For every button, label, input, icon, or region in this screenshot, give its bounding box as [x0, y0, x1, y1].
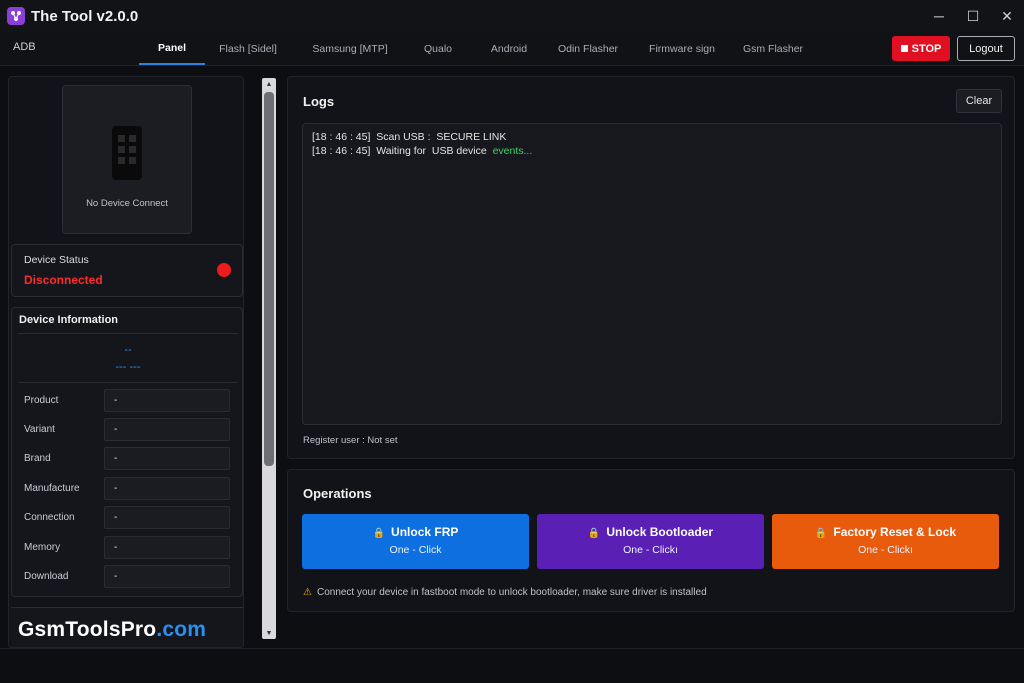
clear-logs-button[interactable]: Clear	[956, 89, 1002, 113]
tab-samsung-mtp[interactable]: Samsung [MTP]	[305, 32, 395, 65]
info-key: Brand	[24, 453, 51, 464]
info-key: Manufacture	[24, 483, 80, 494]
app-title: The Tool v2.0.0	[31, 7, 139, 25]
info-value: -	[104, 565, 230, 588]
info-row-download: Download -	[18, 564, 238, 590]
device-info-header: -- --- ---	[18, 333, 238, 383]
info-key: Memory	[24, 542, 61, 553]
log-time: [18 : 46 : 45]	[312, 131, 371, 143]
log-text: Waiting for USB device	[376, 145, 487, 157]
info-value: -	[104, 536, 230, 559]
log-time: [18 : 46 : 45]	[312, 145, 371, 157]
operations-panel: Operations 🔒 Unlock FRP One - Click 🔒 Unlo…	[287, 469, 1015, 612]
close-button[interactable]: ✕	[990, 0, 1024, 32]
device-info-title: Device Information	[19, 314, 119, 326]
stop-icon	[900, 45, 908, 52]
factory-reset-lock-label: Factory Reset & Lock	[833, 525, 957, 539]
log-line: [18 : 46 : 45] Waiting for USB device ev…	[312, 145, 532, 157]
lock-icon: 🔒	[372, 528, 386, 539]
info-row-memory: Memory -	[18, 535, 238, 561]
logs-title: Logs	[303, 94, 335, 109]
scroll-thumb[interactable]	[264, 92, 274, 466]
tab-gsm-flasher[interactable]: Gsm Flasher	[738, 32, 808, 65]
device-serial-placeholder: --- ---	[115, 361, 141, 373]
operations-note-text: Connect your device in fastboot mode to …	[316, 587, 707, 598]
tab-panel[interactable]: Panel	[139, 32, 205, 65]
warning-icon: ⚠	[303, 587, 312, 598]
info-value: -	[104, 389, 230, 412]
device-status-value: Disconnected	[24, 273, 103, 287]
info-row-connection: Connection -	[18, 505, 238, 531]
tab-qualo[interactable]: Qualo	[415, 32, 461, 65]
unlock-frp-label: Unlock FRP	[391, 525, 459, 539]
maximize-button[interactable]: ☐	[956, 0, 990, 32]
brand-domain: .com	[156, 618, 207, 641]
unlock-bootloader-button[interactable]: 🔒 Unlock Bootloader One - Clickı	[537, 514, 764, 569]
nav-adb-label[interactable]: ADB	[13, 41, 36, 53]
logs-output[interactable]: [18 : 46 : 45] Scan USB : SECURE LINK [1…	[302, 123, 1002, 425]
device-status-label: Device Status	[24, 254, 89, 266]
info-key: Connection	[24, 512, 75, 523]
lock-icon: 🔒	[587, 528, 601, 539]
log-highlight: events...	[492, 145, 533, 157]
tab-flash-sidel[interactable]: Flash [Sidel]	[212, 32, 284, 65]
app-logo-icon	[7, 7, 25, 25]
scroll-down-icon[interactable]: ▼	[262, 627, 276, 639]
brand-card: GsmToolsPro.com	[11, 607, 243, 647]
scroll-up-icon[interactable]: ▲	[262, 78, 276, 90]
minimize-button[interactable]: ─	[922, 0, 956, 32]
unlock-bootloader-sub: One - Clickı	[623, 544, 678, 556]
info-value: -	[104, 477, 230, 500]
stop-button[interactable]: STOP	[892, 36, 950, 61]
tab-odin-flasher[interactable]: Odin Flasher	[553, 32, 623, 65]
info-key: Download	[24, 571, 69, 582]
stop-label: STOP	[911, 42, 942, 55]
info-key: Variant	[24, 424, 55, 435]
device-info-card: Device Information -- --- --- Product - …	[11, 307, 243, 597]
info-value: -	[104, 447, 230, 470]
phone-icon	[112, 126, 142, 180]
info-row-brand: Brand -	[18, 446, 238, 472]
status-indicator-icon	[217, 263, 231, 277]
info-row-product: Product -	[18, 388, 238, 414]
device-preview-card: No Device Connect	[62, 85, 192, 234]
register-user-text: Register user : Not set	[303, 435, 398, 446]
unlock-frp-sub: One - Click	[389, 544, 442, 556]
info-row-variant: Variant -	[18, 417, 238, 443]
device-status-card: Device Status Disconnected	[11, 244, 243, 297]
left-panel-scrollbar[interactable]: ▲ ▼	[262, 78, 276, 639]
info-value: -	[104, 506, 230, 529]
operations-note: ⚠ Connect your device in fastboot mode to…	[303, 587, 707, 598]
info-row-manufacture: Manufacture -	[18, 476, 238, 502]
log-text: Scan USB : SECURE LINK	[376, 131, 507, 143]
logout-button[interactable]: Logout	[957, 36, 1015, 61]
info-value: -	[104, 418, 230, 441]
logs-panel: Logs Clear [18 : 46 : 45] Scan USB : SEC…	[287, 76, 1015, 459]
title-bar: The Tool v2.0.0 ─ ☐ ✕	[0, 0, 1024, 32]
device-model-placeholder: --	[124, 344, 132, 356]
no-device-text: No Device Connect	[86, 198, 168, 209]
factory-reset-lock-button[interactable]: 🔒 Factory Reset & Lock One - Clickı	[772, 514, 999, 569]
brand-name: GsmToolsPro	[18, 618, 157, 641]
tab-firmware-sign[interactable]: Firmware sign	[643, 32, 721, 65]
tab-android[interactable]: Android	[482, 32, 536, 65]
operations-title: Operations	[303, 486, 372, 501]
status-bar	[0, 648, 1024, 683]
log-line: [18 : 46 : 45] Scan USB : SECURE LINK	[312, 131, 506, 143]
info-key: Product	[24, 395, 59, 406]
unlock-frp-button[interactable]: 🔒 Unlock FRP One - Click	[302, 514, 529, 569]
lock-icon: 🔒	[814, 528, 828, 539]
left-panel: No Device Connect Device Status Disconne…	[8, 76, 244, 648]
unlock-bootloader-label: Unlock Bootloader	[606, 525, 714, 539]
nav-bar: ADB Panel Flash [Sidel] Samsung [MTP] Qu…	[0, 32, 1024, 66]
factory-reset-lock-sub: One - Clickı	[858, 544, 913, 556]
brand-logo: GsmToolsPro.com	[18, 618, 206, 642]
